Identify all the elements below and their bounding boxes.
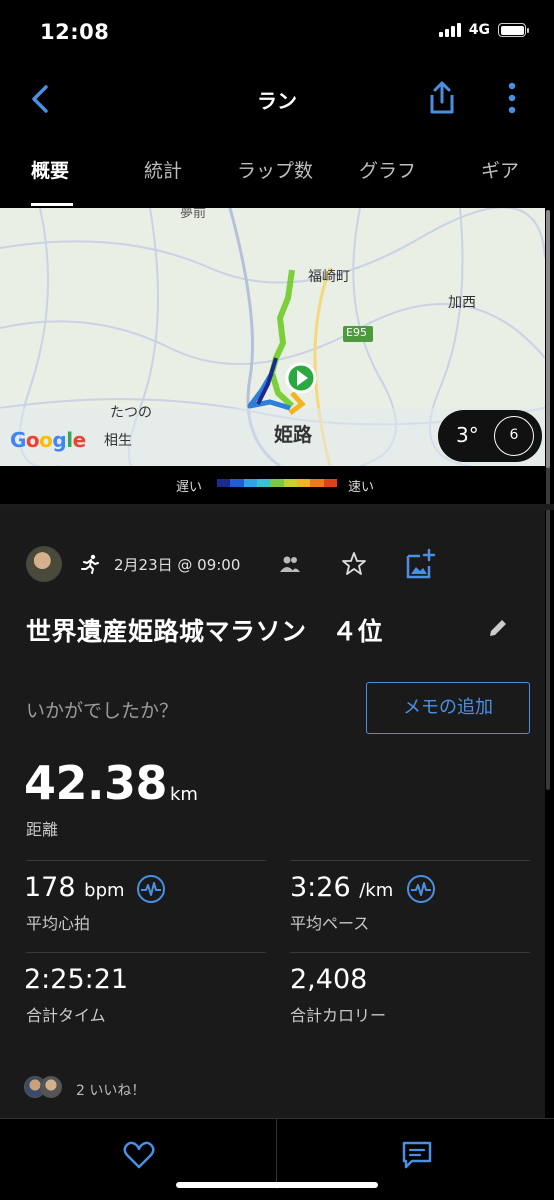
bottom-separator [276, 1119, 277, 1189]
total-time-label: 合計タイム [26, 1006, 106, 1025]
distance-unit: km [170, 784, 198, 805]
legend-color-segment [296, 479, 311, 487]
activity-title: 世界遺産姫路城マラソン ４位 [26, 617, 384, 646]
wind-speed: 6 [509, 427, 519, 443]
avg-hr-label: 平均心拍 [26, 914, 91, 933]
running-icon [81, 554, 99, 574]
wind-icon: 6 [494, 416, 534, 456]
legend-color-segment [217, 479, 231, 487]
signal-icon [438, 23, 461, 37]
network-type: 4G [468, 22, 490, 38]
legend-color-segment [323, 479, 337, 487]
map-label-aioi: 相生 [104, 433, 132, 449]
likes-count[interactable]: 2 いいね！ [76, 1080, 145, 1100]
total-time-value: 2:25:21 [24, 964, 129, 995]
legend-fast: 速い [348, 480, 375, 495]
share-icon[interactable] [424, 80, 460, 116]
legend-color-bar [217, 479, 337, 487]
tab-laps[interactable]: ラップ数 [237, 156, 313, 183]
more-options-icon[interactable] [498, 80, 526, 116]
divider [26, 860, 266, 861]
add-memo-button[interactable]: メモの追加 [366, 682, 530, 734]
scrollbar-thumb[interactable] [546, 210, 550, 468]
map-label-kasai: 加西 [448, 295, 476, 311]
heart-rate-icon[interactable] [136, 874, 166, 904]
nav-bar: ラン [0, 70, 554, 130]
map-label-e95: E95 [346, 326, 367, 339]
map-label-himeji: 姫路 [274, 424, 313, 446]
distance-value: 42.38 [24, 756, 168, 810]
pace-graph-icon[interactable] [406, 874, 436, 904]
divider [26, 952, 266, 953]
weather-badge: 3° 6 [438, 410, 542, 462]
legend-color-segment [243, 479, 257, 487]
avatar[interactable] [26, 546, 62, 582]
calories-value: 2,408 [290, 964, 368, 995]
add-photo-icon[interactable] [404, 548, 436, 580]
tab-bar: 概要 統計 ラップ数 グラフ ギア [0, 140, 554, 206]
divider [290, 952, 530, 953]
comment-icon[interactable] [400, 1139, 434, 1171]
legend-slow: 遅い [176, 480, 203, 495]
star-icon[interactable] [340, 550, 368, 578]
legend-color-segment [283, 479, 297, 487]
google-logo: Google [10, 428, 86, 452]
avg-pace-value: 3:26 /km [290, 872, 394, 903]
status-icons: 4G [438, 22, 529, 38]
home-indicator [176, 1182, 378, 1188]
legend-color-segment [256, 479, 271, 487]
divider [290, 860, 530, 861]
legend-color-segment [310, 479, 324, 487]
map-label-tatsuno: たつの [110, 405, 152, 421]
people-icon[interactable] [278, 552, 302, 576]
activity-date: 2月23日 @ 09:00 [114, 556, 241, 574]
feedback-prompt: いかがでしたか？ [26, 700, 179, 722]
weather-temp: 3° [456, 423, 479, 447]
legend-color-segment [230, 479, 244, 487]
avg-hr-value: 178 bpm [24, 872, 125, 903]
map-label-top: 夢前 [180, 208, 207, 221]
tab-graph[interactable]: グラフ [359, 156, 416, 183]
avg-pace-label: 平均ペース [290, 914, 370, 933]
page-title: ラン [257, 89, 297, 113]
tab-gear[interactable]: ギア [481, 156, 519, 183]
likes-avatars[interactable] [24, 1076, 68, 1100]
activity-summary: 2月23日 @ 09:00 世界遺産姫路城マラソン ４位 いかがでしたか？ メモ… [0, 510, 545, 1118]
calories-label: 合計カロリー [290, 1006, 387, 1025]
battery-icon [498, 23, 529, 37]
tab-stats[interactable]: 統計 [144, 156, 182, 183]
tab-underline [31, 203, 73, 206]
edit-pencil-icon[interactable] [486, 616, 510, 640]
like-heart-icon[interactable] [122, 1139, 156, 1171]
status-time: 12:08 [40, 20, 110, 44]
map-label-fukusaki: 福崎町 [308, 269, 350, 285]
pace-legend: 遅い 速い [0, 470, 554, 500]
legend-color-segment [270, 479, 284, 487]
tab-overview[interactable]: 概要 [31, 156, 69, 183]
distance-label: 距離 [26, 820, 59, 839]
status-bar: 12:08 4G [0, 0, 554, 70]
